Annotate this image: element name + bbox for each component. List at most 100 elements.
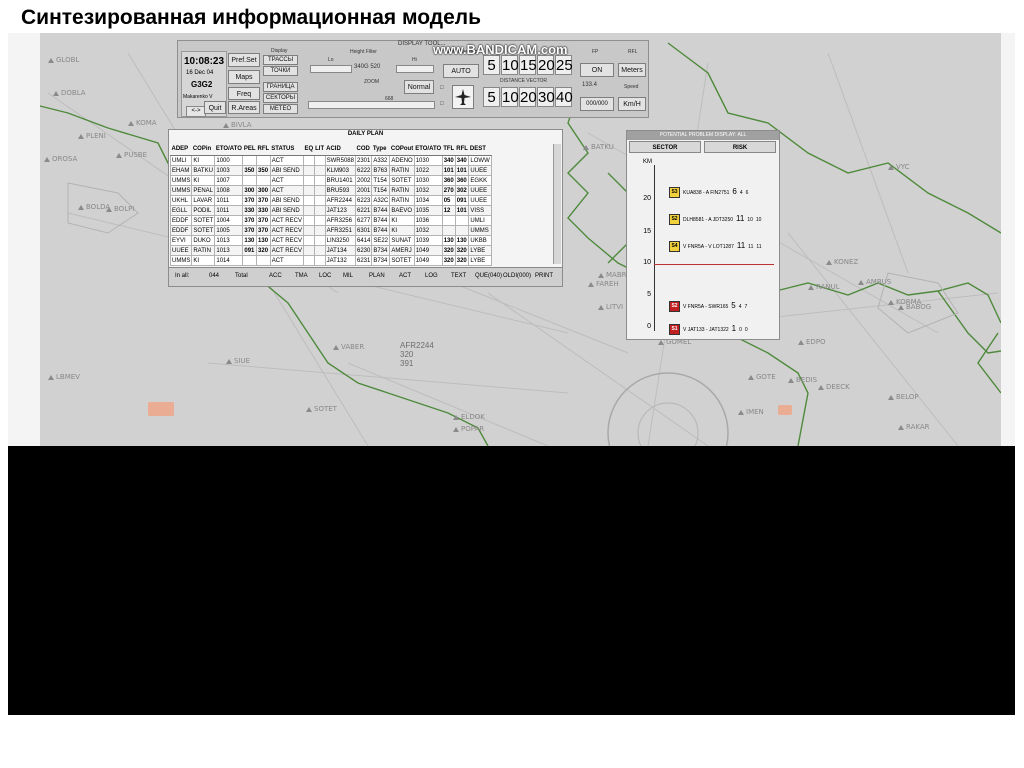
swap-button[interactable]: <-> xyxy=(186,106,206,117)
fp-label: FP xyxy=(592,49,599,55)
column-header[interactable]: PEL xyxy=(242,143,257,156)
problem-display-title: POTENTIAL PROBLEM DISPLAY: ALL xyxy=(627,131,779,140)
display-meteo-button[interactable]: METEO xyxy=(263,104,298,114)
log-button[interactable]: LOG xyxy=(425,273,438,279)
column-header[interactable]: TFL xyxy=(442,143,456,156)
filter-total[interactable]: Total xyxy=(235,273,248,279)
aircraft-icon[interactable] xyxy=(452,85,474,109)
filter-loc[interactable]: LOC xyxy=(319,273,331,279)
table-row[interactable]: UMLI KI 1000 ACT SWR5088 2301 A332 ADENO 1030 340… xyxy=(169,155,492,166)
labels-overlap-auto-button[interactable]: AUTO xyxy=(443,64,479,78)
plan-button[interactable]: PLAN xyxy=(369,273,385,279)
distance-10-button[interactable]: 10 xyxy=(501,87,519,107)
table-row[interactable]: UUEE RATIN 1013 091 320 ACT RECV JAT134 6230 B73… xyxy=(169,245,492,256)
display-points-button[interactable]: ТОЧКИ xyxy=(263,66,298,76)
table-row[interactable]: UKHL LAVAR 1011 370 370 ABI SEND AFR2244 6223 A3… xyxy=(169,195,492,206)
act-button[interactable]: ACT xyxy=(399,273,411,279)
column-header[interactable]: ETO/ATO xyxy=(414,143,443,156)
table-row[interactable]: EHAM BATKU 1003 350 350 ABI SEND KLM903 6222 B76… xyxy=(169,165,492,176)
distance-20-button[interactable]: 20 xyxy=(519,87,537,107)
table-cell: 320 xyxy=(441,245,456,256)
table-row[interactable]: EYVI DUKO 1013 130 130 ACT RECV LIN3250 6414 SE2… xyxy=(169,235,492,246)
table-row[interactable]: EGLL PODIL 1011 330 330 ABI SEND JAT123 6221 B74… xyxy=(169,205,492,216)
table-cell: ACT RECV xyxy=(269,215,304,226)
table-cell: 370 xyxy=(242,225,258,236)
freq-button[interactable]: Freq xyxy=(228,87,260,100)
pref-set-button[interactable]: Pref.Set xyxy=(228,53,260,67)
column-header[interactable]: COPin xyxy=(191,143,215,156)
conflict-item[interactable]: S1 V JAT133 - JAT1322 1 0 0 xyxy=(669,324,748,336)
filter-acc[interactable]: ACC xyxy=(269,273,282,279)
vector-15-button[interactable]: 15 xyxy=(519,55,537,75)
distance-5-button[interactable]: 5 xyxy=(483,87,500,107)
vector-10-button[interactable]: 10 xyxy=(501,55,519,75)
column-header[interactable]: EQ xyxy=(303,143,315,156)
column-header[interactable]: ETO/ATO xyxy=(214,143,243,156)
distance-40-button[interactable]: 40 xyxy=(555,87,573,107)
table-cell xyxy=(242,175,258,186)
conflict-badge: S3 xyxy=(669,187,680,199)
radar-display[interactable]: GLOBL DOBLA PUSBE OROSA BOLDA PLENI KOMA… xyxy=(8,33,1015,446)
distance-30-button[interactable]: 30 xyxy=(537,87,555,107)
maps-button[interactable]: Maps xyxy=(228,70,260,84)
table-cell: 1000 xyxy=(214,155,244,166)
height-filter-high-slider[interactable] xyxy=(396,65,434,73)
waypoint: VABER xyxy=(333,343,364,351)
column-header[interactable]: ADEP xyxy=(170,143,192,156)
height-filter-low-slider[interactable] xyxy=(310,65,352,73)
display-border-button[interactable]: ГРАНИЦА xyxy=(263,82,298,92)
table-row[interactable]: UMMS KI 1014 ACT JAT132 6231 B734 SOTET 1049 320 3… xyxy=(169,255,492,266)
table-cell: JAT134 xyxy=(324,245,356,256)
column-header[interactable]: Type xyxy=(371,143,390,156)
column-header[interactable]: STATUS xyxy=(270,143,304,156)
display-sectors-button[interactable]: СЕКТОРЫ xyxy=(263,93,298,103)
table-row[interactable]: EDDF SOTET 1005 370 370 ACT RECV AFR3251 6301 B7… xyxy=(169,225,492,236)
daily-plan-scrollbar[interactable] xyxy=(553,144,561,264)
filter-mil[interactable]: MIL xyxy=(343,273,353,279)
waypoint: SOTET xyxy=(306,405,337,413)
vector-25-button[interactable]: 25 xyxy=(555,55,573,75)
conflict-time-2: 0 xyxy=(739,327,742,333)
waypoint: LITVI xyxy=(598,303,623,311)
tab-sector[interactable]: SECTOR xyxy=(629,141,701,153)
r-areas-button[interactable]: R.Areas xyxy=(228,101,260,114)
vector-5-button[interactable]: 5 xyxy=(483,55,500,75)
waypoint: RANUL xyxy=(808,283,840,291)
column-header[interactable]: RFL xyxy=(455,143,469,156)
conflict-item[interactable]: S3 KUA838 - A FIN2751 6 4 6 xyxy=(669,187,748,199)
arrow-controls[interactable]: □ xyxy=(440,101,444,107)
quit-button[interactable]: Quit xyxy=(204,101,226,114)
display-toolbar: DISPLAY TOOL... 10:08:23 16 Dec 04 G3G2 … xyxy=(177,40,649,118)
freq2-value[interactable]: 000/000 xyxy=(580,97,614,111)
table-row[interactable]: UMMS KI 1007 ACT BRU1401 2002 T154 SOTET 1030 360… xyxy=(169,175,492,186)
column-header[interactable]: COD xyxy=(355,143,372,156)
column-header[interactable]: ACID xyxy=(325,143,356,156)
fp-on-button[interactable]: ON xyxy=(580,63,614,77)
rfl-label: RFL xyxy=(628,49,638,55)
tab-risk[interactable]: RISK xyxy=(704,141,776,153)
filter-tma[interactable]: TMA xyxy=(295,273,308,279)
column-header[interactable]: DEST xyxy=(468,143,492,156)
table-cell: B744 xyxy=(371,215,391,226)
speed-kmh-button[interactable]: Km/H xyxy=(618,97,646,111)
text-button[interactable]: TEXT xyxy=(451,273,466,279)
display-tracks-button[interactable]: ТРАССЫ xyxy=(263,55,298,65)
table-row[interactable]: UMMS PENAL 1008 300 300 ACT BRU593 2001 T154 RATI… xyxy=(169,185,492,196)
print-button[interactable]: PRINT xyxy=(535,273,553,279)
conflict-item[interactable]: S2 DLH8581 - A JDT3250 11 10 10 xyxy=(669,214,761,226)
table-cell: 130 xyxy=(454,235,470,246)
zoom-slider[interactable] xyxy=(308,101,435,109)
oldi-button[interactable]: OLDI(000) xyxy=(503,273,531,279)
vector-20-button[interactable]: 20 xyxy=(537,55,555,75)
table-row[interactable]: EDDF SOTET 1004 370 370 ACT RECV AFR3256 6277 B7… xyxy=(169,215,492,226)
normal-button[interactable]: Normal xyxy=(404,80,434,94)
column-header[interactable]: LIT xyxy=(314,143,326,156)
conflict-item[interactable]: S4 V FNR5A - V LOT1287 11 11 11 xyxy=(669,241,762,253)
rfl-meters-button[interactable]: Meters xyxy=(618,63,646,77)
aircraft-track-label[interactable]: AFR2244 320 391 xyxy=(400,341,434,368)
arrow-controls[interactable]: □ xyxy=(440,85,444,91)
conflict-item[interactable]: S2 V FNR5A - SWR165 5 4 7 xyxy=(669,301,747,313)
column-header[interactable]: COPout xyxy=(389,143,415,156)
column-header[interactable]: RFL xyxy=(256,143,271,156)
que-button[interactable]: QUE(040) xyxy=(475,273,502,279)
